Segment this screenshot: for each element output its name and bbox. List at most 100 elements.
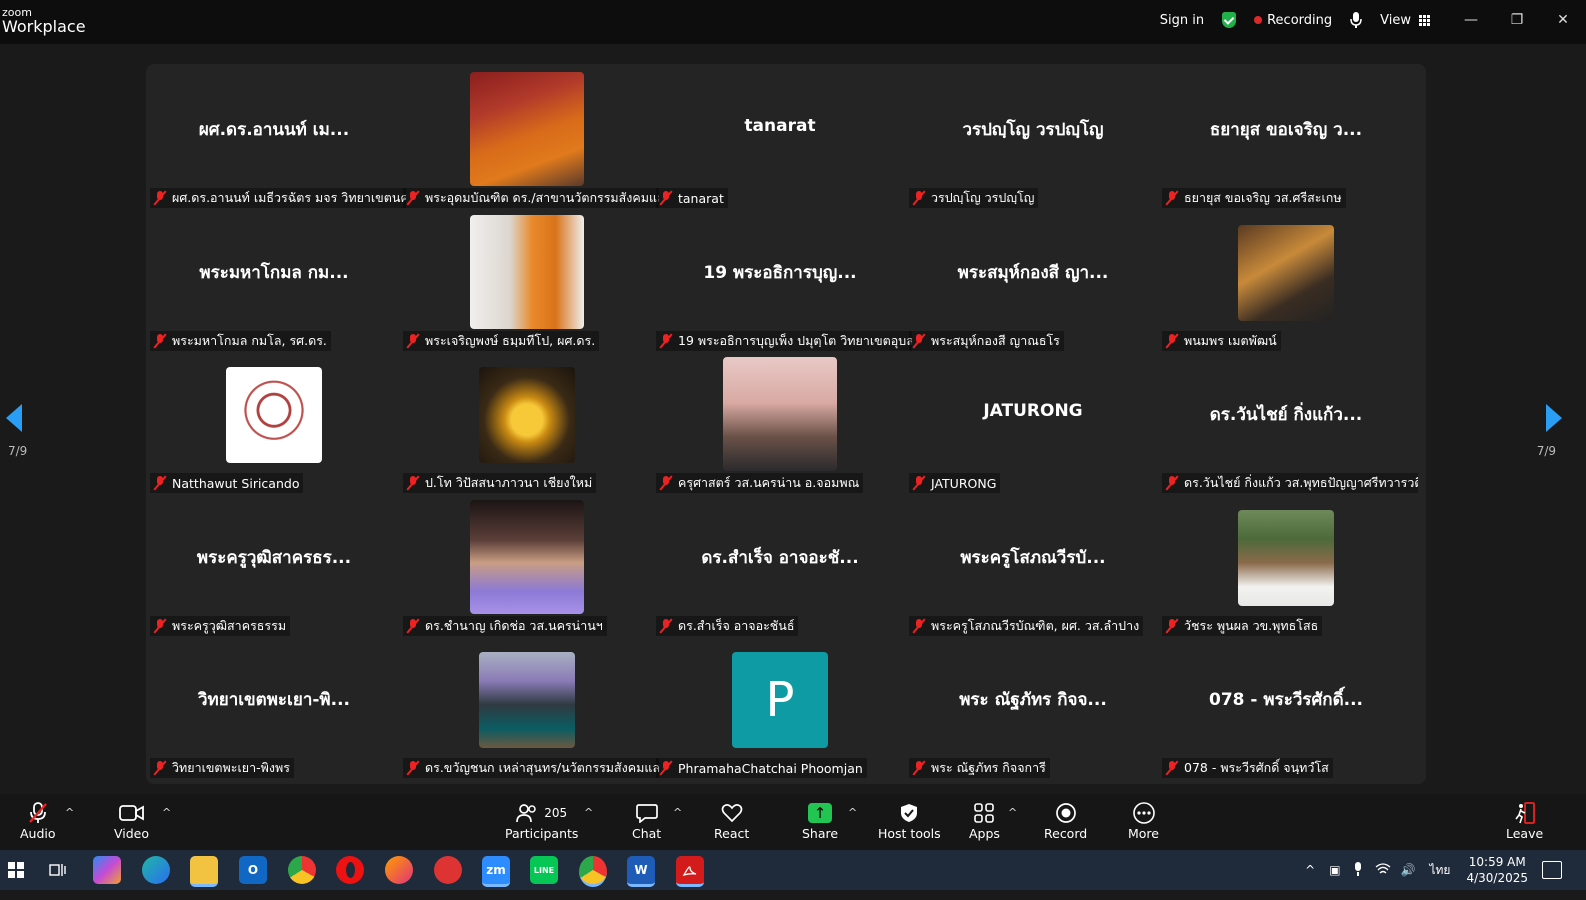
participant-name-label: พระอุดมบัณฑิต ดร./สาขานวัตกรรมสังคมและ..… xyxy=(425,190,659,205)
mic-muted-icon xyxy=(407,476,419,490)
previous-page-arrow-icon[interactable] xyxy=(6,404,22,432)
participant-display-name: 19 พระอธิการบุญ... xyxy=(703,262,857,283)
zoom-taskbar-icon[interactable]: zm xyxy=(482,856,510,887)
record-button[interactable]: Record xyxy=(1044,800,1087,841)
meeting-toolbar: Audio ^ Video ^ 205 Participants ^ Chat … xyxy=(0,794,1586,850)
participant-name-label: ดร.ขวัญชนก เหล่าสุนทร/นวัตกรรมสังคมและวิ… xyxy=(425,760,659,775)
participant-tile[interactable]: พระครูวุฒิสาครธร... พระครูวุฒิสาครธรรม xyxy=(146,492,402,636)
participants-button[interactable]: 205 Participants xyxy=(505,800,578,841)
audio-button[interactable]: Audio xyxy=(20,800,56,841)
apps-options-caret-icon[interactable]: ^ xyxy=(1008,806,1017,819)
audio-options-caret-icon[interactable]: ^ xyxy=(65,806,74,819)
chat-options-caret-icon[interactable]: ^ xyxy=(673,806,682,819)
language-indicator[interactable]: ไทย xyxy=(1429,861,1450,880)
security-shield-icon[interactable] xyxy=(1222,12,1237,28)
mic-status-icon[interactable] xyxy=(1350,12,1362,28)
notification-icon[interactable] xyxy=(1542,861,1562,879)
participant-nameplate: พระเจริญพงษ์ ธมฺมทีโป, ผศ.ดร. xyxy=(403,330,600,351)
ai-app-icon[interactable] xyxy=(434,856,462,884)
participant-nameplate: พระอุดมบัณฑิต ดร./สาขานวัตกรรมสังคมและ..… xyxy=(403,188,659,208)
windows-taskbar: O zm LINE W ^ ▣ 🔊 ไทย 10:59 AM 4/30/2025 xyxy=(0,850,1586,890)
recording-indicator[interactable]: Recording xyxy=(1254,13,1332,28)
audio-label: Audio xyxy=(20,826,56,841)
participant-tile[interactable]: 19 พระอธิการบุญ... 19 พระอธิการบุญเพ็ง ปม… xyxy=(652,207,912,351)
mic-muted-icon xyxy=(154,191,166,205)
participant-nameplate: ดร.สำเร็จ อาจอะชันธ์ xyxy=(656,615,799,636)
clock[interactable]: 10:59 AM 4/30/2025 xyxy=(1466,854,1528,886)
participant-tile[interactable]: tanarat tanarat xyxy=(652,64,908,208)
file-explorer-icon[interactable] xyxy=(190,856,218,887)
participant-tile[interactable]: ป.โท วิปัสสนาภาวนา เชียงใหม่ xyxy=(399,349,655,493)
participant-nameplate: วิทยาเขตพะเยา-พิงพร xyxy=(150,758,294,778)
participant-video xyxy=(470,72,584,186)
participant-display-name: พระสมุห์กองสี ญา... xyxy=(957,262,1109,283)
chrome-profile-icon[interactable] xyxy=(579,856,607,887)
participant-tile[interactable]: Natthawut Siricando xyxy=(146,349,402,493)
apps-button[interactable]: Apps xyxy=(969,800,1000,841)
leave-button[interactable]: Leave xyxy=(1506,800,1543,841)
video-button[interactable]: Video xyxy=(114,800,149,841)
sign-in-button[interactable]: Sign in xyxy=(1160,13,1204,28)
participants-options-caret-icon[interactable]: ^ xyxy=(584,806,593,819)
participant-tile[interactable]: ธยายุส ขอเจริญ ว... ธยายุส ขอเจริญ วส.ศรี… xyxy=(1158,64,1414,208)
outlook-icon[interactable]: O xyxy=(239,856,267,884)
view-button[interactable]: View xyxy=(1380,13,1430,28)
participant-tile[interactable]: พระครูโสภณวีรบั... พระครูโสภณวีรบัณฑิต, ผ… xyxy=(905,492,1161,636)
meeting-tray-icon[interactable]: ▣ xyxy=(1329,863,1340,877)
host-shield-icon xyxy=(900,800,918,826)
word-icon[interactable]: W xyxy=(627,856,655,887)
firefox-icon[interactable] xyxy=(385,856,413,884)
participant-tile[interactable]: ดร.วันไชย์ กิ่งแก้ว... ดร.วันไชย์ กิ่งแก้… xyxy=(1158,349,1418,493)
next-page-arrow-icon[interactable] xyxy=(1546,404,1562,432)
tray-overflow-chevron-icon[interactable]: ^ xyxy=(1305,863,1315,877)
close-icon[interactable]: ✕ xyxy=(1540,12,1586,28)
participant-tile[interactable]: พระมหาโกมล กม... พระมหาโกมล กมโล, รศ.ดร. xyxy=(146,207,402,351)
participant-avatar xyxy=(1238,224,1334,321)
restore-icon[interactable]: ❐ xyxy=(1494,12,1540,28)
opera-icon[interactable] xyxy=(336,856,364,884)
microphone-tray-icon[interactable] xyxy=(1353,861,1363,879)
zoom-logo: zoom Workplace xyxy=(2,7,86,35)
participant-tile[interactable]: P PhramahaChatchai Phoomjan xyxy=(652,634,908,778)
participant-tile[interactable]: ดร.ขวัญชนก เหล่าสุนทร/นวัตกรรมสังคมและวิ… xyxy=(399,634,659,778)
acrobat-icon[interactable] xyxy=(676,856,704,887)
video-options-caret-icon[interactable]: ^ xyxy=(162,806,171,819)
line-app-icon[interactable]: LINE xyxy=(530,856,558,884)
participant-tile[interactable]: ดร.สำเร็จ อาจอะชั... ดร.สำเร็จ อาจอะชันธ์ xyxy=(652,492,908,636)
host-tools-button[interactable]: Host tools xyxy=(878,800,941,841)
participant-tile[interactable]: วิทยาเขตพะเยา-พิ... วิทยาเขตพะเยา-พิงพร xyxy=(146,634,402,778)
participant-tile[interactable]: พระอุดมบัณฑิต ดร./สาขานวัตกรรมสังคมและ..… xyxy=(399,64,659,208)
participant-tile[interactable]: วัชระ พูนผล วข.พุทธโสธ xyxy=(1158,492,1414,636)
react-button[interactable]: React xyxy=(714,800,749,841)
participant-display-name: tanarat xyxy=(744,116,816,136)
more-button[interactable]: More xyxy=(1128,800,1159,841)
participants-count: 205 xyxy=(544,806,568,820)
speaker-icon[interactable]: 🔊 xyxy=(1401,863,1416,877)
participant-name-label: JATURONG xyxy=(931,475,997,491)
mic-muted-icon xyxy=(1166,476,1178,490)
participant-tile[interactable]: พระสมุห์กองสี ญา... พระสมุห์กองสี ญาณธโร xyxy=(905,207,1161,351)
wifi-icon[interactable] xyxy=(1375,862,1391,878)
chrome-icon[interactable] xyxy=(288,856,316,884)
chat-button[interactable]: Chat xyxy=(632,800,661,841)
edge-browser-icon[interactable] xyxy=(142,856,170,884)
minimize-icon[interactable]: — xyxy=(1448,12,1494,28)
participant-tile[interactable]: พนมพร เมตพัฒน์ xyxy=(1158,207,1414,351)
more-label: More xyxy=(1128,826,1159,841)
windows-start-icon[interactable] xyxy=(2,856,30,884)
share-button[interactable]: ↑ Share xyxy=(802,800,838,841)
participant-tile[interactable]: 078 - พระวีรศักดิ์... 078 - พระวีรศักดิ์ … xyxy=(1158,634,1414,778)
participant-tile[interactable]: พระเจริญพงษ์ ธมฺมทีโป, ผศ.ดร. xyxy=(399,207,655,351)
chat-bubble-icon xyxy=(635,800,658,826)
participant-tile[interactable]: ดร.ชำนาญ เกิดช่อ วส.นครน่านฯ xyxy=(399,492,655,636)
participant-tile[interactable]: ผศ.ดร.อานนท์ เม... ผศ.ดร.อานนท์ เมธีวรฉัต… xyxy=(146,64,406,208)
participant-tile[interactable]: พระ ณัฐภัทร กิจจ... พระ ณัฐภัทร กิจจการี xyxy=(905,634,1161,778)
participant-tile[interactable]: วรปญฺโญ วรปญฺโญ วรปญฺโญ วรปญฺโญ xyxy=(905,64,1161,208)
task-view-icon[interactable] xyxy=(44,856,72,884)
participant-tile[interactable]: JATURONG JATURONG xyxy=(905,349,1161,493)
share-options-caret-icon[interactable]: ^ xyxy=(848,806,857,819)
participant-tile[interactable]: ครุศาสตร์ วส.นครน่าน อ.จอมพณ xyxy=(652,349,908,493)
participant-name-label: วิทยาเขตพะเยา-พิงพร xyxy=(172,760,290,775)
more-dots-icon xyxy=(1132,800,1156,826)
copilot-icon[interactable] xyxy=(93,856,121,884)
